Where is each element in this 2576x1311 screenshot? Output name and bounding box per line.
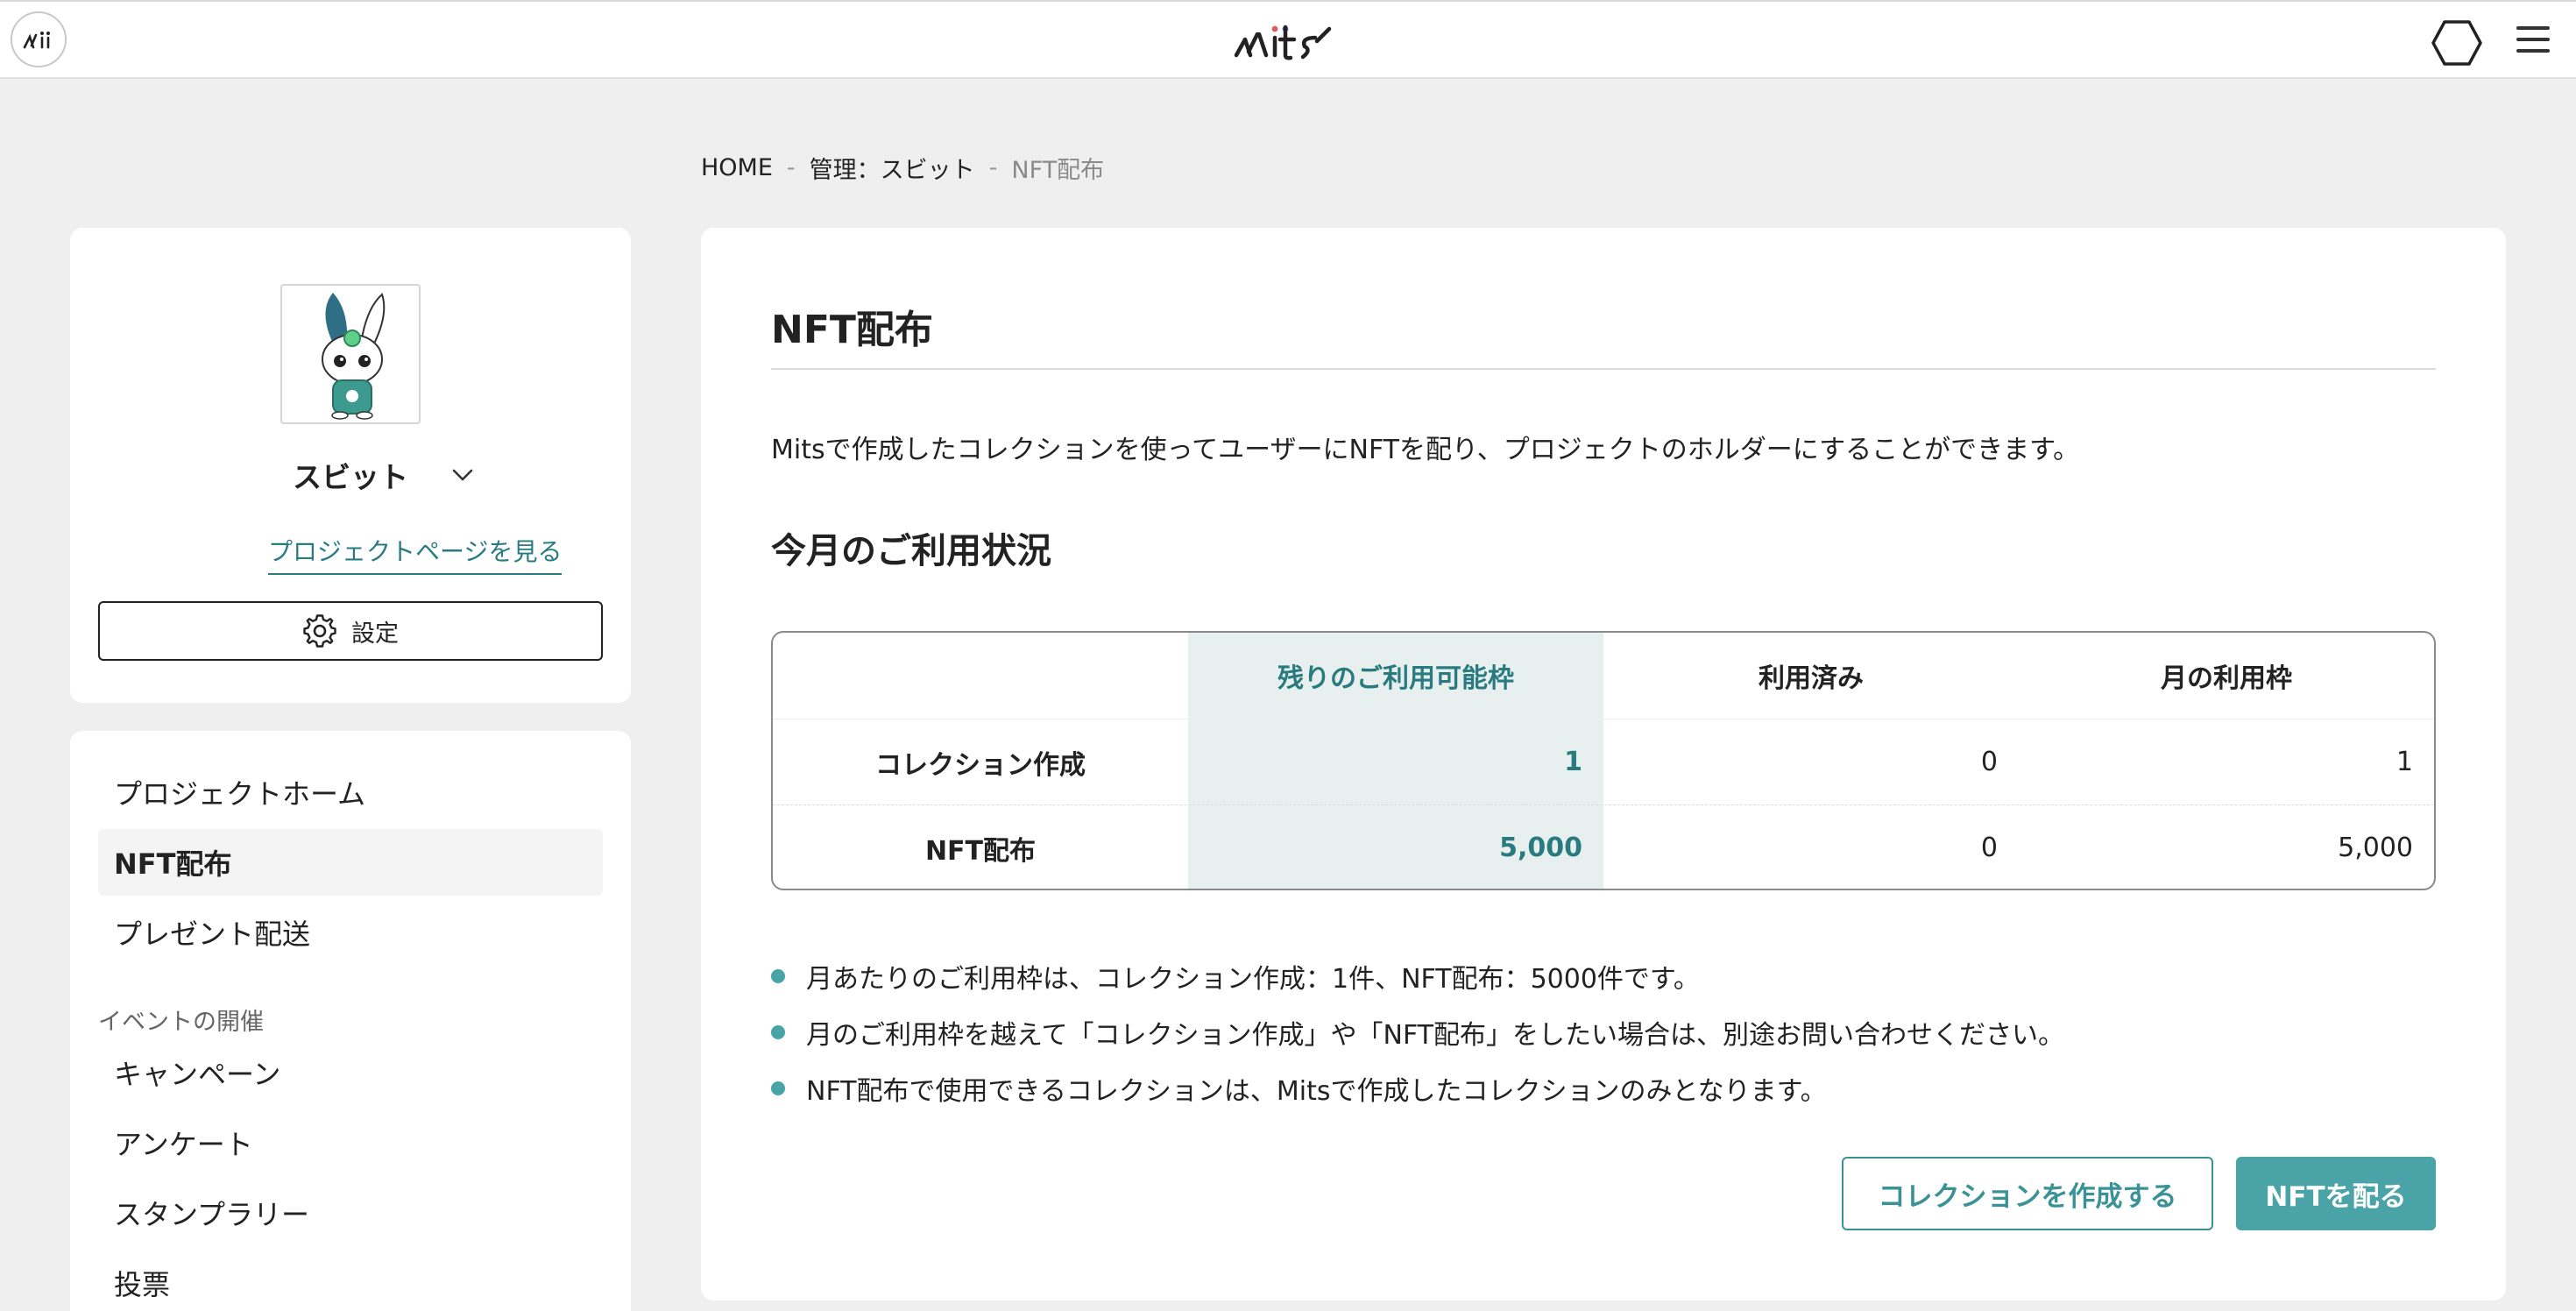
project-page-link[interactable]: プロジェクトページを見る <box>268 533 563 575</box>
note-item: NFT配布で使用できるコレクションは、Mitsで作成したコレクションのみとなりま… <box>771 1060 2064 1116</box>
table-header-monthly-limit: 月の利用枠 <box>2161 663 2292 694</box>
used-value: 0 <box>1980 833 1998 863</box>
breadcrumb-home[interactable]: HOME <box>701 154 773 181</box>
sidebar-nav: プロジェクトホーム NFT配布 プレゼント配送 イベントの開催 キャンペーン ア… <box>70 731 631 1311</box>
table-header-used: 利用済み <box>1759 663 1864 694</box>
remaining-value: 5,000 <box>1499 833 1582 863</box>
breadcrumb-separator: - <box>786 153 796 181</box>
distribute-nft-button[interactable]: NFTを配る <box>2236 1157 2436 1230</box>
project-profile-card: スビット プロジェクトページを見る 設定 <box>70 228 631 703</box>
sidebar-item-nft-distribution[interactable]: NFT配布 <box>98 829 603 896</box>
bullet-icon <box>771 1081 785 1095</box>
page-title: NFT配布 <box>771 308 933 352</box>
row-label-nft: NFT配布 <box>924 835 1037 867</box>
usage-notes: 月あたりのご利用枠は、コレクション作成：1件、NFT配布：5000件です。 月の… <box>771 948 2064 1116</box>
sidebar-section-events: イベントの開催 <box>98 1009 264 1036</box>
breadcrumb-current: NFT配布 <box>1011 156 1105 184</box>
usage-heading: 今月のご利用状況 <box>771 531 1051 571</box>
project-mascot-image <box>280 284 421 424</box>
table-header-row: 残りのご利用可能枠 利用済み 月の利用枠 <box>773 633 2434 719</box>
title-divider <box>771 368 2436 370</box>
used-value: 0 <box>1980 747 1998 777</box>
gear-icon <box>303 614 336 648</box>
menu-icon[interactable] <box>2516 26 2551 58</box>
sidebar-item-stamp-rally[interactable]: スタンプラリー <box>98 1180 603 1246</box>
bullet-icon <box>771 1025 785 1039</box>
breadcrumb-project-admin[interactable]: 管理：スビット <box>810 151 975 185</box>
chevron-down-icon[interactable] <box>447 463 478 487</box>
project-name: スビット <box>293 460 408 494</box>
monthly-limit-value: 1 <box>2396 747 2413 777</box>
table-header-remaining: 残りのご利用可能枠 <box>1277 663 1514 694</box>
hexagon-icon[interactable] <box>2431 18 2483 67</box>
note-item: 月あたりのご利用枠は、コレクション作成：1件、NFT配布：5000件です。 <box>771 948 2064 1004</box>
table-header-cell <box>773 633 1188 719</box>
sidebar-item-vote[interactable]: 投票 <box>98 1250 603 1311</box>
mits-logo[interactable] <box>1227 18 1349 65</box>
row-label-collection: コレクション作成 <box>875 749 1086 781</box>
note-text: 月あたりのご利用枠は、コレクション作成：1件、NFT配布：5000件です。 <box>806 964 1700 995</box>
note-text: 月のご利用枠を越えて「コレクション作成」や「NFT配布」をしたい場合は、別途お問… <box>806 1020 2064 1051</box>
note-text: NFT配布で使用できるコレクションは、Mitsで作成したコレクションのみとなりま… <box>806 1076 1827 1107</box>
top-header <box>0 0 2576 79</box>
table-row: NFT配布 5,000 0 5,000 <box>773 804 2434 889</box>
usage-table: 残りのご利用可能枠 利用済み 月の利用枠 コレクション作成 1 0 1 NFT配… <box>771 631 2436 890</box>
sidebar-item-project-home[interactable]: プロジェクトホーム <box>98 759 603 826</box>
breadcrumb-separator: - <box>988 153 998 181</box>
table-row: コレクション作成 1 0 1 <box>773 719 2434 804</box>
breadcrumb: HOME - 管理：スビット - NFT配布 <box>701 150 1104 185</box>
project-selector[interactable]: スビット <box>70 447 631 500</box>
remaining-value: 1 <box>1564 747 1582 777</box>
sidebar-item-survey[interactable]: アンケート <box>98 1109 603 1176</box>
nft-distribution-panel: NFT配布 Mitsで作成したコレクションを使ってユーザーにNFTを配り、プロジ… <box>701 228 2506 1300</box>
bullet-icon <box>771 969 785 983</box>
create-collection-button[interactable]: コレクションを作成する <box>1842 1157 2213 1230</box>
sidebar-item-present-delivery[interactable]: プレゼント配送 <box>98 899 603 966</box>
note-item: 月のご利用枠を越えて「コレクション作成」や「NFT配布」をしたい場合は、別途お問… <box>771 1004 2064 1060</box>
page-description: Mitsで作成したコレクションを使ってユーザーにNFTを配り、プロジェクトのホル… <box>771 435 2080 465</box>
sidebar-item-campaign[interactable]: キャンペーン <box>98 1039 603 1106</box>
monthly-limit-value: 5,000 <box>2338 833 2413 863</box>
settings-label: 設定 <box>351 620 399 648</box>
settings-button[interactable]: 設定 <box>98 601 603 661</box>
user-avatar-icon[interactable] <box>11 11 67 67</box>
